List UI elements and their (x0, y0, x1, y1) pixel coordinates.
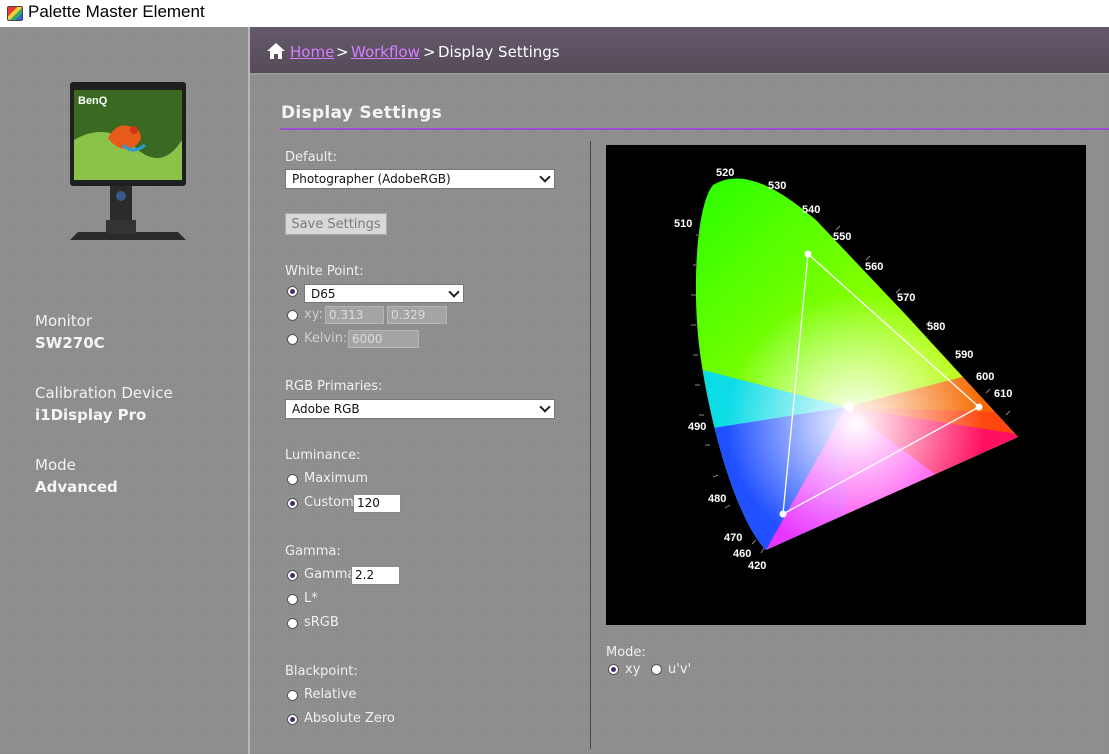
kelvin-label: Kelvin: (304, 331, 348, 346)
blackpoint-relative-label: Relative (304, 687, 357, 702)
luminance-input[interactable]: 120 (353, 494, 401, 513)
monitor-image: BenQ (70, 82, 186, 240)
page-title: Display Settings (281, 103, 443, 123)
default-label: Default: (285, 150, 337, 165)
mode-value: Advanced (35, 478, 118, 496)
home-icon[interactable] (266, 42, 286, 60)
gamma-option-label: Gamma (304, 567, 356, 582)
gamut-fill (695, 178, 1018, 551)
chevron-down-icon (539, 171, 551, 183)
wavelength-label: 530 (768, 180, 786, 192)
x-input[interactable]: 0.313 (325, 306, 384, 324)
gamma-input[interactable]: 2.2 (351, 566, 400, 585)
chevron-down-icon (539, 401, 551, 413)
green-primary-point (804, 250, 812, 258)
whitepoint-preset-select[interactable]: D65 (304, 284, 464, 303)
wavelength-label: 590 (955, 349, 973, 361)
blackpoint-absolute-label: Absolute Zero (304, 711, 395, 726)
luminance-custom-radio[interactable] (287, 498, 298, 509)
breadcrumb-current: Display Settings (438, 43, 560, 61)
whitepoint-preset-radio[interactable] (287, 286, 298, 297)
gamma-srgb-label: sRGB (304, 615, 339, 630)
mode-uv-radio[interactable] (651, 664, 662, 675)
blackpoint-relative-radio[interactable] (287, 690, 298, 701)
gamma-lstar-label: L* (304, 591, 318, 606)
default-select-value: Photographer (AdobeRGB) (292, 172, 451, 186)
kelvin-input[interactable]: 6000 (348, 330, 419, 348)
breadcrumb-separator: > (336, 43, 349, 61)
primaries-label: RGB Primaries: (285, 379, 383, 394)
mode-uv-label: u'v' (668, 662, 692, 677)
device-label: Calibration Device (35, 384, 173, 402)
primaries-select-value: Adobe RGB (292, 402, 360, 416)
device-value: i1Display Pro (35, 406, 147, 424)
red-primary-point (975, 403, 983, 411)
chromaticity-svg: 520 530 540 550 560 570 580 590 600 610 … (674, 167, 1018, 572)
white-point-marker (844, 402, 854, 412)
wavelength-label: 580 (927, 321, 945, 333)
wavelength-label: 490 (688, 421, 706, 433)
wavelength-label: 540 (802, 204, 820, 216)
mode-xy-radio[interactable] (608, 664, 619, 675)
breadcrumb-workflow-link[interactable]: Workflow (351, 43, 420, 61)
xy-label: xy: (304, 307, 323, 322)
wavelength-label: 460 (733, 548, 751, 560)
blue-primary-point (779, 510, 787, 518)
gamma-lstar-radio[interactable] (287, 594, 298, 605)
wavelength-label: 470 (724, 532, 742, 544)
luminance-maximum-label: Maximum (304, 471, 369, 486)
mode-label: Mode (35, 456, 76, 474)
chromaticity-diagram: 520 530 540 550 560 570 580 590 600 610 … (606, 145, 1086, 625)
monitor-brand-logo: BenQ (78, 95, 108, 107)
luminance-label: Luminance: (285, 448, 361, 463)
default-select[interactable]: Photographer (AdobeRGB) (285, 169, 555, 189)
monitor-value: SW270C (35, 334, 105, 352)
wavelength-label: 550 (833, 231, 851, 243)
wavelength-label: 520 (716, 167, 734, 179)
primaries-select[interactable]: Adobe RGB (285, 399, 555, 419)
whitepoint-preset-value: D65 (311, 287, 336, 301)
mode-xy-label: xy (625, 662, 641, 677)
gamma-srgb-radio[interactable] (287, 618, 298, 629)
wavelength-label: 480 (708, 493, 726, 505)
wavelength-label: 420 (748, 560, 766, 572)
whitepoint-label: White Point: (285, 264, 364, 279)
monitor-label: Monitor (35, 312, 93, 330)
breadcrumb-separator: > (423, 43, 436, 61)
diagram-mode-label: Mode: (606, 645, 646, 660)
app-icon (7, 6, 23, 21)
whitepoint-xy-radio[interactable] (287, 310, 298, 321)
blackpoint-absolute-radio[interactable] (287, 714, 298, 725)
save-settings-button[interactable]: Save Settings (285, 213, 387, 235)
app-title: Palette Master Element (28, 2, 205, 21)
wavelength-label: 570 (897, 292, 915, 304)
wavelength-label: 610 (994, 388, 1012, 400)
whitepoint-kelvin-radio[interactable] (287, 334, 298, 345)
wavelength-label: 600 (976, 371, 994, 383)
luminance-maximum-radio[interactable] (287, 474, 298, 485)
chevron-down-icon (448, 286, 460, 298)
gamma-label: Gamma: (285, 544, 341, 559)
wavelength-label: 510 (674, 218, 692, 230)
y-input[interactable]: 0.329 (387, 306, 447, 324)
breadcrumb-home-link[interactable]: Home (290, 43, 334, 61)
blackpoint-label: Blackpoint: (285, 664, 358, 679)
title-underline (280, 128, 1109, 130)
luminance-custom-label: Custom (304, 495, 354, 510)
wavelength-label: 560 (865, 261, 883, 273)
column-divider (590, 141, 591, 749)
gamma-radio[interactable] (287, 570, 298, 581)
